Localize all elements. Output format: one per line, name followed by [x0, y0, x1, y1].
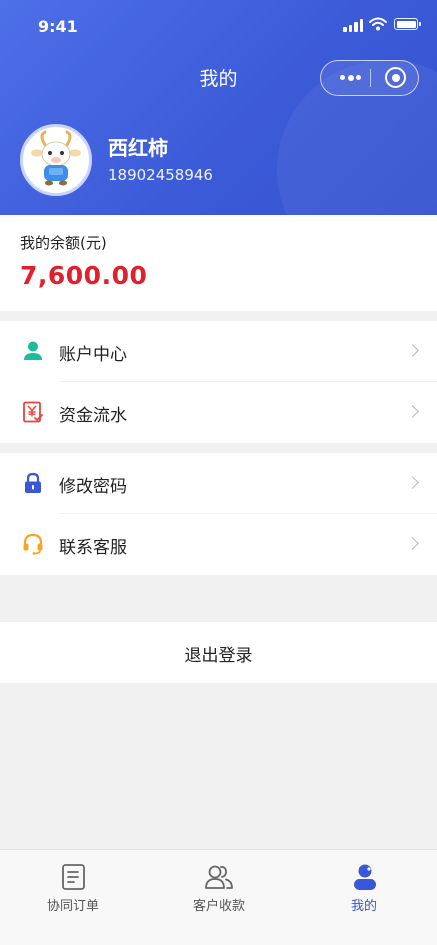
tab-label: 协同订单	[46, 899, 99, 914]
menu-item-change-password[interactable]: 修改密码	[0, 453, 437, 514]
tab-orders[interactable]: 协同订单	[0, 850, 146, 920]
headset-icon	[23, 533, 43, 555]
tab-label: 我的	[350, 899, 377, 914]
chevron-right-icon	[406, 537, 419, 550]
chevron-right-icon	[406, 476, 419, 489]
status-time: 9:41	[38, 17, 78, 36]
avatar[interactable]	[20, 124, 92, 196]
user-phone: 18902458946	[108, 166, 213, 184]
menu-item-label: 账户中心	[59, 345, 127, 365]
tab-collections[interactable]: 客户收款	[146, 850, 292, 920]
tab-bar: 协同订单 客户收款 我的	[0, 849, 437, 945]
menu-group-account: 账户中心 资金流水	[0, 321, 437, 443]
users-icon	[205, 865, 233, 889]
chevron-right-icon	[406, 405, 419, 418]
miniapp-capsule	[320, 60, 419, 96]
balance-card: 我的余额(元) 7,600.00	[0, 215, 437, 311]
menu-item-account-center[interactable]: 账户中心	[0, 321, 437, 382]
close-miniapp-icon[interactable]	[385, 67, 406, 88]
menu-item-label: 联系客服	[59, 538, 127, 558]
goat-mascot-icon	[31, 130, 81, 186]
balance-label: 我的余额(元)	[20, 234, 107, 252]
logout-button[interactable]: 退出登录	[0, 622, 437, 683]
tab-label: 客户收款	[192, 899, 245, 914]
chevron-right-icon	[406, 344, 419, 357]
menu-item-customer-service[interactable]: 联系客服	[0, 514, 437, 575]
battery-icon	[394, 18, 421, 30]
lock-icon	[25, 472, 41, 493]
balance-amount: 7,600.00	[20, 261, 148, 290]
document-icon	[62, 864, 85, 890]
menu-item-label: 修改密码	[59, 477, 127, 497]
receipt-yuan-icon	[23, 401, 43, 423]
user-name: 西红柿	[108, 136, 168, 160]
profile-header: 9:41 我的 西红柿 18902458946	[0, 0, 437, 215]
signal-icon	[343, 18, 365, 32]
profile-icon	[354, 864, 376, 890]
logout-label: 退出登录	[184, 646, 253, 666]
more-icon[interactable]	[329, 61, 369, 94]
tab-mine[interactable]: 我的	[291, 850, 437, 920]
menu-group-settings: 修改密码 联系客服	[0, 453, 437, 575]
menu-item-label: 资金流水	[59, 406, 127, 426]
status-bar: 9:41	[0, 0, 437, 50]
person-icon	[24, 341, 42, 360]
capsule-divider	[370, 69, 371, 87]
menu-item-fund-flow[interactable]: 资金流水	[0, 382, 437, 443]
wifi-icon	[369, 17, 387, 31]
